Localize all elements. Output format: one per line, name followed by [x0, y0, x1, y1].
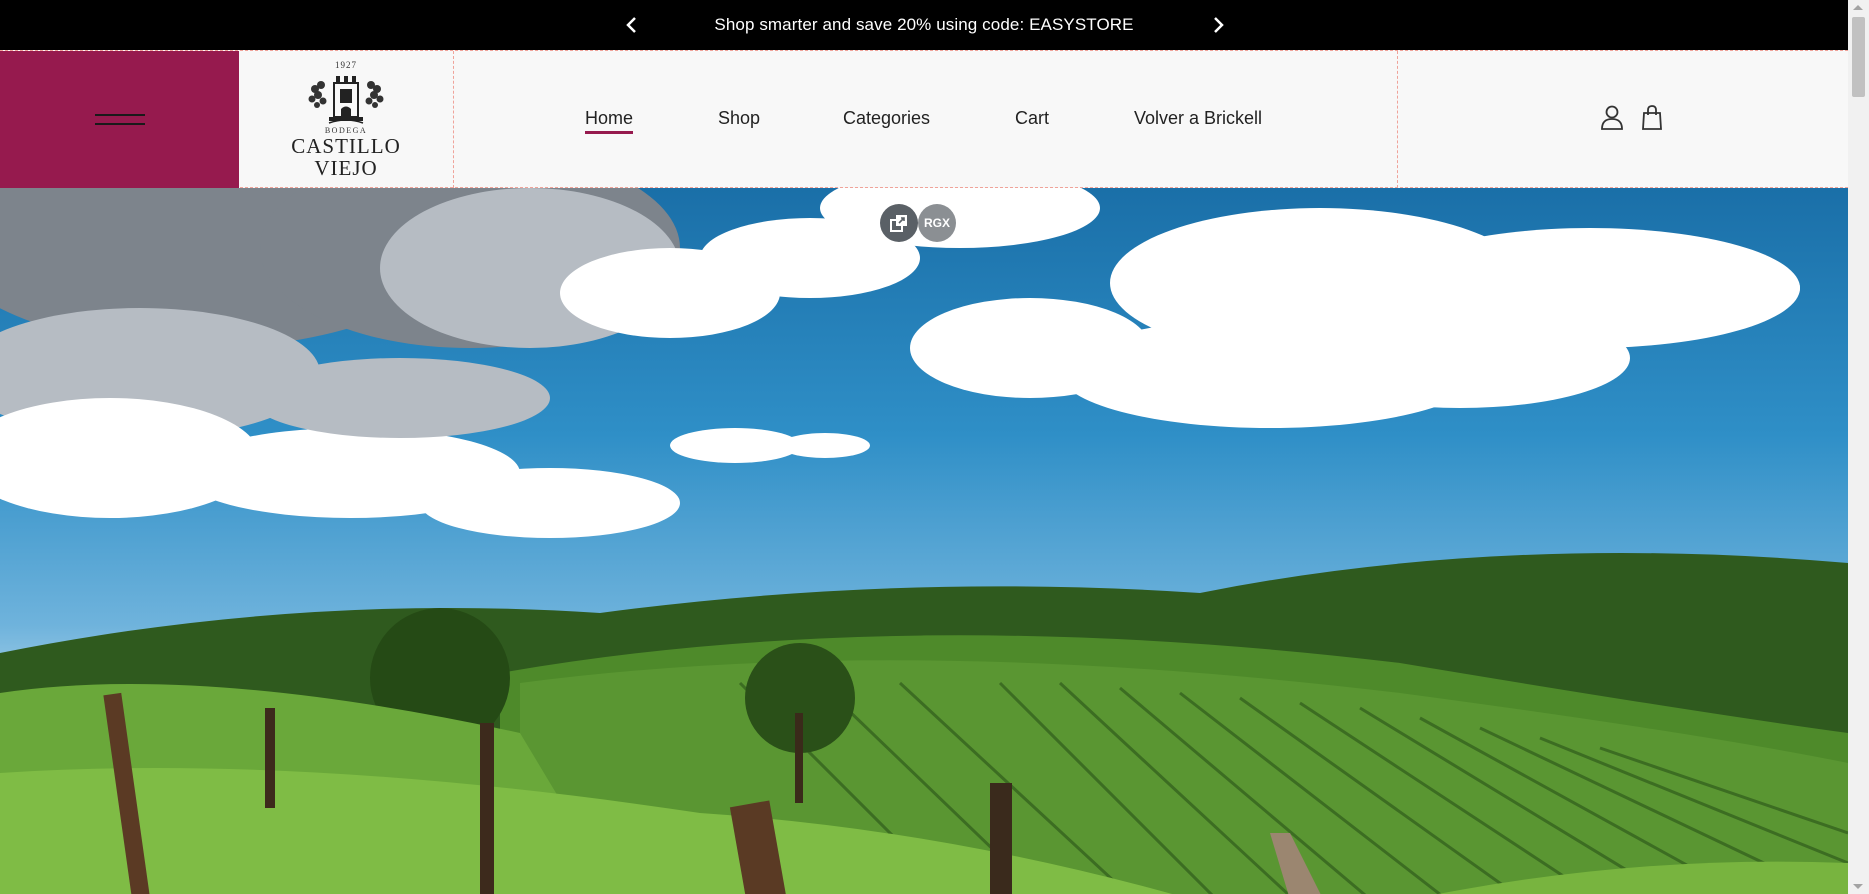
scrollbar-thumb[interactable] — [1852, 17, 1865, 97]
logo-line-1: CASTILLO — [291, 134, 401, 158]
nav-shop[interactable]: Shop — [718, 108, 760, 129]
nav-categories[interactable]: Categories — [843, 108, 930, 129]
announcement-bar: Shop smarter and save 20% using code: EA… — [0, 0, 1848, 50]
logo-line-2: VIEJO — [314, 156, 378, 180]
chevron-right-icon[interactable] — [1209, 15, 1229, 35]
menu-toggle-button[interactable] — [0, 51, 239, 188]
site-header: 1927 BODEGA CASTILLO VIEJO Home Shop Cat… — [0, 50, 1848, 188]
logo-year: 1927 — [335, 60, 357, 70]
nav-cart[interactable]: Cart — [1015, 108, 1049, 129]
page-scrollbar[interactable] — [1848, 0, 1869, 894]
page: Shop smarter and save 20% using code: EA… — [0, 0, 1848, 894]
scroll-up-icon[interactable] — [1853, 5, 1863, 10]
logo-wordmark: CASTILLO VIEJO — [291, 135, 401, 179]
shopping-bag-icon[interactable] — [1639, 104, 1665, 130]
user-icon[interactable] — [1599, 104, 1625, 130]
rgx-button[interactable]: RGX — [918, 204, 956, 242]
nav-volver-a-brickell[interactable]: Volver a Brickell — [1134, 108, 1262, 129]
chevron-left-icon[interactable] — [621, 15, 641, 35]
hamburger-icon — [94, 113, 145, 126]
castle-emblem-icon — [308, 76, 384, 124]
copy-icon[interactable] — [880, 204, 918, 242]
logo[interactable]: 1927 BODEGA CASTILLO VIEJO — [239, 51, 454, 188]
vineyard-landscape — [0, 553, 1848, 894]
nav-home[interactable]: Home — [585, 108, 634, 134]
main-nav: Home Shop Categories Cart Volver a Brick… — [455, 51, 1398, 188]
hero-banner-image: RGX — [0, 188, 1848, 894]
scroll-down-icon[interactable] — [1853, 884, 1863, 889]
header-icons — [1398, 51, 1848, 188]
announcement-text: Shop smarter and save 20% using code: EA… — [714, 15, 1134, 34]
